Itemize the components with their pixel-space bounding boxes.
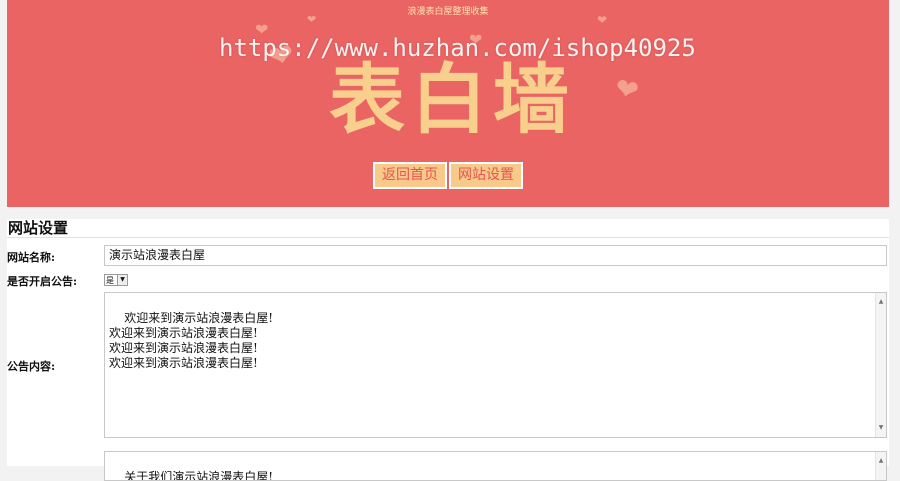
header-banner: 浪漫表白屋整理收集 ❤ ❤ ❤ ❤ ❤ ❤ https://www.huzhan… xyxy=(7,0,889,207)
chevron-down-icon[interactable]: ▼ xyxy=(117,275,127,285)
notice-content-label: 公告内容: xyxy=(7,360,56,373)
about-text: 关于我们演示站浪漫表白屋! xyxy=(124,470,274,481)
nav-bar: 返回首页 网站设置 xyxy=(7,162,889,189)
notice-content-text: 欢迎来到演示站浪漫表白屋! 欢迎来到演示站浪漫表白屋! 欢迎来到演示站浪漫表白屋… xyxy=(109,311,274,370)
notice-enabled-label: 是否开启公告: xyxy=(7,275,78,288)
notice-content-textarea[interactable]: 欢迎来到演示站浪漫表白屋! 欢迎来到演示站浪漫表白屋! 欢迎来到演示站浪漫表白屋… xyxy=(104,292,887,438)
site-title: 表白墙 xyxy=(329,55,575,144)
about-textarea[interactable]: 关于我们演示站浪漫表白屋! ▲ xyxy=(104,451,887,481)
notice-enabled-value: 是 xyxy=(106,276,114,285)
notice-enabled-select[interactable]: 是 ▼ xyxy=(104,274,128,286)
scroll-down-icon[interactable]: ▼ xyxy=(876,420,886,435)
heart-icon: ❤ xyxy=(307,13,317,26)
page-title: 网站设置 xyxy=(7,219,889,238)
site-name-input[interactable]: 演示站浪漫表白屋 xyxy=(104,245,887,266)
home-button[interactable]: 返回首页 xyxy=(373,162,447,189)
settings-button[interactable]: 网站设置 xyxy=(449,162,523,189)
heart-icon: ❤ xyxy=(611,70,642,109)
heart-icon: ❤ xyxy=(597,13,608,27)
scrollbar[interactable]: ▲ xyxy=(875,452,886,480)
site-name-label: 网站名称: xyxy=(7,251,56,264)
settings-panel: 网站设置 网站名称: 演示站浪漫表白屋 是否开启公告: 是 ▼ 公告内容: 欢迎… xyxy=(7,219,889,481)
scrollbar[interactable]: ▲ ▼ xyxy=(875,293,886,437)
tagline: 浪漫表白屋整理收集 xyxy=(407,7,489,17)
scroll-up-icon[interactable]: ▲ xyxy=(876,294,886,309)
